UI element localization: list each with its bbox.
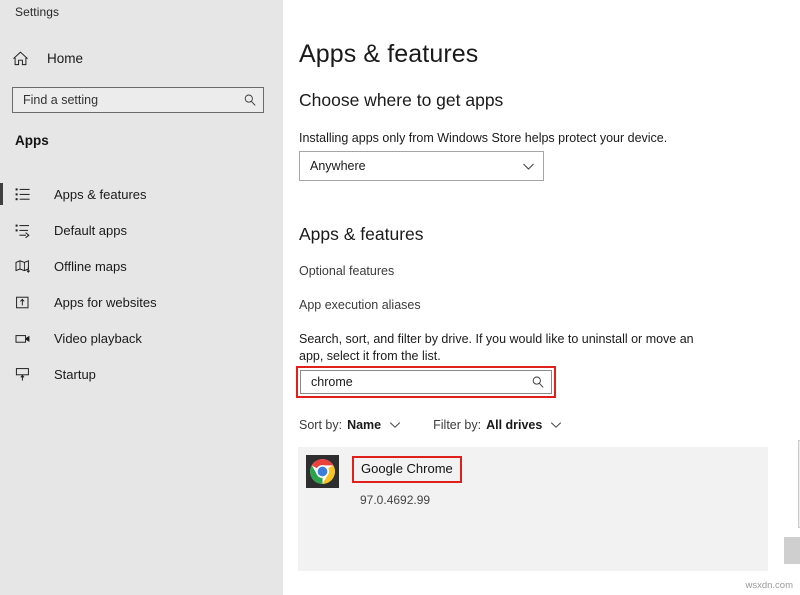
sidebar-item-label: Apps for websites — [54, 295, 157, 310]
list-bullets-icon — [15, 184, 37, 204]
choose-where-description: Installing apps only from Windows Store … — [299, 130, 769, 147]
settings-window: Settings Home Apps — [0, 0, 800, 595]
find-a-setting-box[interactable] — [12, 87, 264, 113]
search-icon[interactable] — [525, 371, 551, 393]
search-icon[interactable] — [237, 88, 263, 112]
optional-features-link[interactable]: Optional features — [299, 264, 394, 278]
app-name-annotation: Google Chrome — [352, 456, 462, 483]
chevron-down-icon — [389, 421, 401, 429]
video-camera-icon — [15, 328, 37, 348]
sidebar-item-label: Default apps — [54, 223, 127, 238]
window-title: Settings — [15, 5, 59, 19]
filters-row: Sort by: Name Filter by: All drives — [299, 418, 562, 432]
filter-by-label: Filter by: — [433, 418, 481, 432]
app-version: 97.0.4692.99 — [360, 493, 430, 507]
sort-by-value: Name — [347, 418, 381, 432]
home-icon — [12, 48, 34, 68]
filter-by-value: All drives — [486, 418, 542, 432]
chevron-down-icon — [522, 162, 535, 171]
app-name: Google Chrome — [361, 461, 453, 476]
sidebar-item-home[interactable]: Home — [12, 45, 272, 71]
sidebar-item-apps-for-websites[interactable]: Apps for websites — [0, 284, 283, 320]
sidebar-item-label: Video playback — [54, 331, 142, 346]
search-list-box[interactable] — [300, 370, 552, 394]
search-list-annotation — [296, 366, 556, 398]
sidebar-item-label: Startup — [54, 367, 96, 382]
monitor-up-icon — [15, 364, 37, 384]
sort-by-label: Sort by: — [299, 418, 342, 432]
search-list-input[interactable] — [301, 371, 525, 393]
selection-indicator — [0, 183, 3, 205]
modify-button: Modify — [784, 537, 800, 564]
page-title: Apps & features — [299, 40, 478, 69]
sidebar-item-offline-maps[interactable]: Offline maps — [0, 248, 283, 284]
sidebar-item-label: Offline maps — [54, 259, 127, 274]
watermark: wsxdn.com — [745, 580, 793, 591]
map-download-icon — [15, 256, 37, 276]
google-chrome-icon — [306, 455, 339, 488]
sort-by-dropdown[interactable]: Sort by: Name — [299, 418, 401, 432]
main-content: Apps & features Choose where to get apps… — [283, 0, 800, 595]
app-execution-aliases-link[interactable]: App execution aliases — [299, 298, 421, 312]
list-arrow-icon — [15, 220, 37, 240]
filter-by-dropdown[interactable]: Filter by: All drives — [433, 418, 562, 432]
sidebar-category-title: Apps — [15, 133, 49, 148]
box-arrow-up-icon — [15, 292, 37, 312]
sidebar-item-apps-features[interactable]: Apps & features — [0, 176, 283, 212]
choose-where-heading: Choose where to get apps — [299, 90, 503, 111]
app-list-item-google-chrome[interactable]: Google Chrome 97.0.4692.99 — [298, 447, 768, 571]
sidebar-item-video-playback[interactable]: Video playback — [0, 320, 283, 356]
app-action-buttons: Modify Uninstall — [784, 533, 800, 568]
sidebar: Settings Home Apps — [0, 0, 283, 595]
sidebar-home-label: Home — [47, 51, 83, 66]
apps-features-description: Search, sort, and filter by drive. If yo… — [299, 331, 699, 365]
get-apps-dropdown-value: Anywhere — [310, 159, 522, 173]
sidebar-item-label: Apps & features — [54, 187, 147, 202]
sidebar-nav: Apps & features Default apps — [0, 176, 283, 392]
apps-features-heading: Apps & features — [299, 224, 424, 245]
get-apps-dropdown[interactable]: Anywhere — [299, 151, 544, 181]
find-a-setting-input[interactable] — [13, 88, 237, 112]
sidebar-item-startup[interactable]: Startup — [0, 356, 283, 392]
sidebar-item-default-apps[interactable]: Default apps — [0, 212, 283, 248]
chevron-down-icon — [550, 421, 562, 429]
